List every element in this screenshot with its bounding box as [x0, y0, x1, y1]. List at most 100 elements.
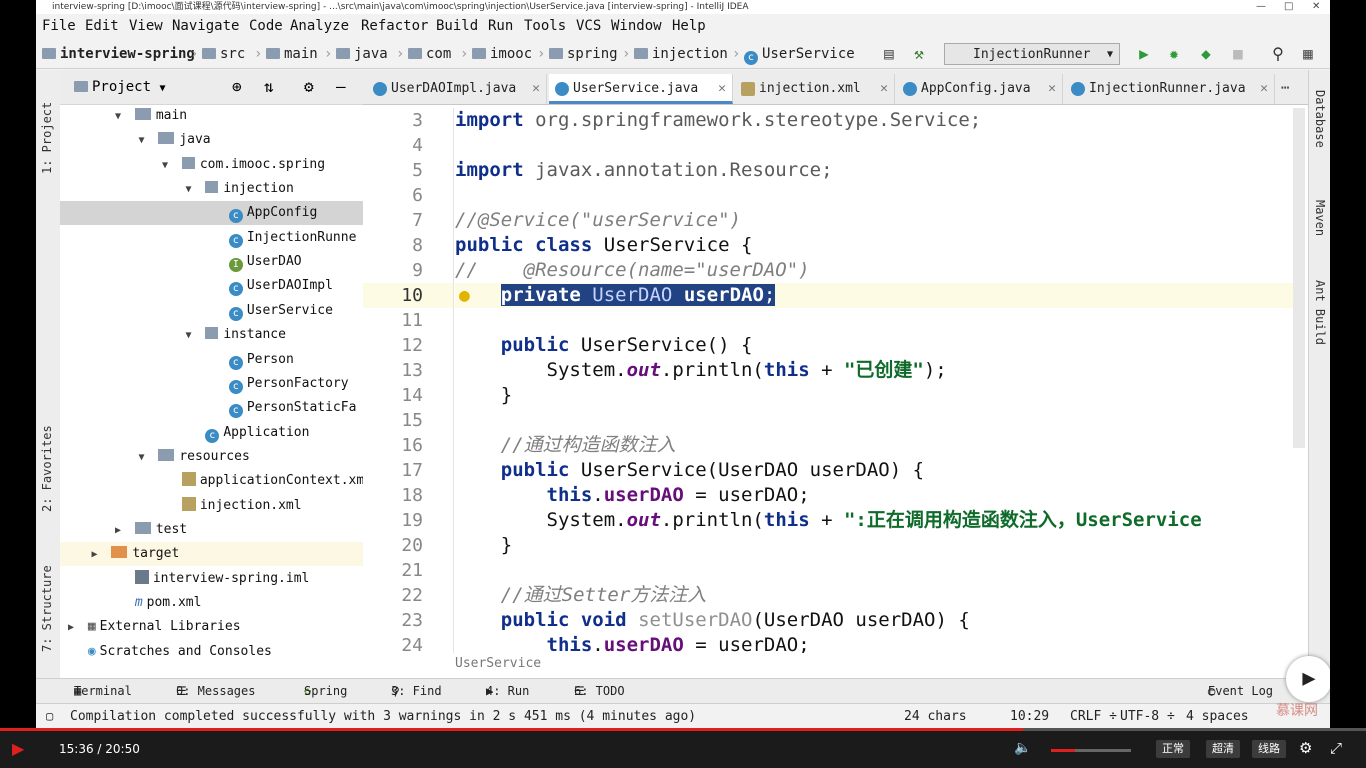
editor-scrollbar[interactable] — [1293, 108, 1305, 448]
quality-hd-button[interactable]: 超清 — [1206, 740, 1240, 758]
chevron-down-icon[interactable]: ▼ — [162, 154, 174, 178]
build-hammer-icon[interactable]: ⚒ — [909, 44, 929, 64]
menu-tools[interactable]: Tools — [524, 15, 566, 37]
video-progress-bar[interactable] — [0, 728, 1366, 731]
menu-navigate[interactable]: Navigate — [172, 15, 239, 37]
volume-icon[interactable]: 🔈 — [1014, 740, 1031, 756]
tree-item[interactable]: c AppConfig — [60, 201, 363, 226]
close-icon[interactable]: ✕ — [1260, 74, 1268, 104]
code-breadcrumb[interactable]: UserService — [455, 656, 541, 671]
crumb-com[interactable]: com — [408, 40, 451, 68]
close-icon[interactable]: ✕ — [532, 74, 540, 104]
chevron-down-icon[interactable]: ▼ — [186, 178, 198, 202]
fullscreen-icon[interactable]: ⤢ — [1330, 739, 1342, 757]
tab-userdaoimpl[interactable]: UserDAOImpl.java ✕ — [367, 74, 547, 104]
hide-icon[interactable]: — — [336, 70, 346, 104]
tree-item[interactable]: injection.xml — [60, 494, 363, 518]
tree-item[interactable]: ▼ resources — [60, 445, 363, 469]
close-icon[interactable]: ✕ — [1048, 74, 1056, 104]
tree-item[interactable]: ▼ main — [60, 104, 363, 128]
locate-icon[interactable]: ⊕ — [232, 70, 242, 104]
crumb-src[interactable]: src — [202, 40, 245, 68]
menu-analyze[interactable]: Analyze — [290, 15, 349, 37]
tool-favorites[interactable]: 2: Favorites — [40, 425, 54, 512]
tool-maven[interactable]: Maven — [1313, 200, 1327, 236]
tree-item[interactable]: c PersonStaticFa — [60, 396, 363, 420]
status-indent[interactable]: 4 spaces — [1186, 704, 1249, 728]
chevron-right-icon[interactable]: ▶ — [92, 543, 104, 567]
tree-item[interactable]: c UserService — [60, 299, 363, 323]
tree-item[interactable]: ▼ com.imooc.spring — [60, 153, 363, 177]
lightbulb-icon[interactable]: ● — [459, 285, 470, 306]
tab-injection-xml[interactable]: injection.xml ✕ — [735, 74, 895, 104]
tree-item[interactable]: c PersonFactory — [60, 372, 363, 396]
close-icon[interactable]: ✕ — [718, 74, 726, 104]
tree-item[interactable]: ◉ Scratches and Consoles — [60, 640, 363, 664]
run-icon[interactable]: ▶ — [1134, 44, 1154, 64]
menu-window[interactable]: Window — [611, 15, 662, 37]
chevron-right-icon[interactable]: ▶ — [115, 519, 127, 543]
tree-item[interactable]: ▼ java — [60, 128, 363, 152]
play-icon[interactable]: ▶ — [12, 739, 24, 758]
chevron-right-icon[interactable]: ▶ — [68, 616, 80, 640]
project-view-select[interactable]: Project ▼ — [74, 70, 165, 106]
menu-help[interactable]: Help — [672, 15, 706, 37]
tab-list-icon[interactable]: ⋯ — [1281, 80, 1289, 96]
minimize-icon[interactable]: — — [1256, 0, 1266, 14]
status-line-separator[interactable]: CRLF ÷ — [1070, 704, 1117, 728]
crumb-injection[interactable]: injection — [634, 40, 728, 68]
run-configuration-select[interactable]: InjectionRunner ▼ — [944, 43, 1120, 65]
tool-structure[interactable]: 7: Structure — [40, 565, 54, 652]
menu-code[interactable]: Code — [249, 15, 283, 37]
status-toggle-icon[interactable]: ▢ — [46, 704, 53, 728]
debug-icon[interactable]: ✹ — [1164, 44, 1184, 64]
tree-item[interactable]: ▼ instance — [60, 323, 363, 347]
crumb-main[interactable]: main — [266, 40, 318, 68]
crumb-java[interactable]: java — [336, 40, 388, 68]
volume-slider[interactable] — [1051, 749, 1131, 752]
tree-item[interactable]: c Application — [60, 421, 363, 445]
menu-build[interactable]: Build — [436, 15, 478, 37]
crumb-imooc[interactable]: imooc — [472, 40, 532, 68]
tab-appconfig[interactable]: AppConfig.java ✕ — [897, 74, 1063, 104]
tool-ant-build[interactable]: Ant Build — [1313, 280, 1327, 345]
menu-refactor[interactable]: Refactor — [361, 15, 428, 37]
tree-item[interactable]: applicationContext.xml — [60, 469, 363, 493]
menu-view[interactable]: View — [129, 15, 163, 37]
tree-item[interactable]: m pom.xml — [60, 591, 363, 615]
coverage-icon[interactable]: ◆ — [1196, 44, 1216, 64]
tab-userservice[interactable]: UserService.java ✕ — [549, 74, 733, 104]
tree-item[interactable]: ▼ injection — [60, 177, 363, 201]
tree-item[interactable]: ▶ test — [60, 518, 363, 542]
route-button[interactable]: 线路 — [1252, 740, 1286, 758]
tab-injectionrunner[interactable]: InjectionRunner.java ✕ — [1065, 74, 1275, 104]
chevron-down-icon[interactable]: ▼ — [186, 324, 198, 348]
close-icon[interactable]: ✕ — [1312, 0, 1320, 14]
video-play-overlay-button[interactable]: ▶ — [1286, 656, 1330, 702]
tool-database[interactable]: Database — [1313, 90, 1327, 148]
collapse-icon[interactable]: ⇅ — [264, 70, 274, 104]
project-structure-icon[interactable]: ▤ — [879, 44, 899, 64]
search-icon[interactable]: ⚲ — [1268, 44, 1288, 64]
tool-project[interactable]: 1: Project — [40, 102, 54, 174]
settings-icon[interactable]: ▦ — [1298, 44, 1318, 64]
code-editor[interactable]: import org.springframework.stereotype.Se… — [455, 108, 1303, 653]
gear-icon[interactable]: ⚙ — [304, 70, 314, 104]
menu-file[interactable]: File — [42, 15, 76, 37]
quality-normal-button[interactable]: 正常 — [1156, 740, 1190, 758]
settings-gear-icon[interactable]: ⚙ — [1299, 739, 1312, 757]
menu-vcs[interactable]: VCS — [576, 15, 601, 37]
close-icon[interactable]: ✕ — [880, 74, 888, 104]
menu-edit[interactable]: Edit — [85, 15, 119, 37]
tree-item[interactable]: ▶ ▦ External Libraries — [60, 615, 363, 639]
tree-item[interactable]: interview-spring.iml — [60, 567, 363, 591]
chevron-down-icon[interactable]: ▼ — [115, 105, 127, 129]
tree-item[interactable]: ▶ target — [60, 542, 363, 567]
crumb-spring[interactable]: spring — [549, 40, 618, 68]
crumb-userservice[interactable]: c UserService — [744, 40, 855, 68]
tree-item[interactable]: I UserDAO — [60, 250, 363, 274]
menu-run[interactable]: Run — [488, 15, 513, 37]
tree-item[interactable]: c InjectionRunne — [60, 226, 363, 250]
status-encoding[interactable]: UTF-8 ÷ — [1120, 704, 1175, 728]
chevron-down-icon[interactable]: ▼ — [139, 129, 151, 153]
